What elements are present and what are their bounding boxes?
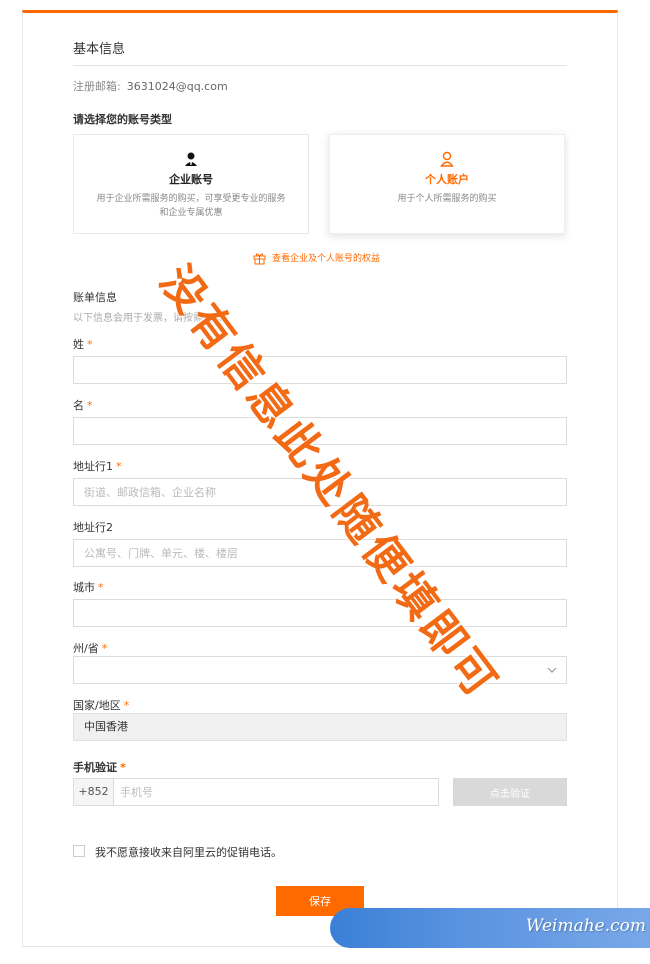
enterprise-desc-line2: 和企业专属优惠 bbox=[159, 208, 223, 218]
first-name-label: 名 * bbox=[73, 397, 93, 413]
province-label: 州/省 * bbox=[73, 640, 107, 656]
billing-title: 账单信息 bbox=[73, 291, 117, 304]
address2-input[interactable] bbox=[73, 539, 567, 567]
enterprise-desc-line1: 用于企业所需服务的购买，可享受更专业的服务 bbox=[96, 194, 286, 204]
section-divider bbox=[73, 65, 567, 66]
personal-desc-line1: 用于个人所需服务的购买 bbox=[397, 194, 497, 204]
required-mark: * bbox=[87, 338, 93, 351]
city-input[interactable] bbox=[73, 599, 567, 627]
city-label-text: 城市 bbox=[73, 581, 95, 594]
registered-email: 注册邮箱: 3631024@qq.com bbox=[73, 78, 228, 94]
email-label: 注册邮箱: bbox=[73, 80, 121, 93]
phone-country-code[interactable]: +852 bbox=[73, 778, 113, 806]
verify-button[interactable]: 点击验证 bbox=[453, 778, 567, 806]
enterprise-user-icon bbox=[185, 152, 197, 166]
brand-text: Weimahe.com bbox=[525, 916, 646, 936]
address1-label-text: 地址行1 bbox=[73, 460, 113, 473]
brand-banner: Weimahe.com bbox=[330, 908, 650, 948]
required-mark: * bbox=[101, 642, 108, 655]
email-value: 3631024@qq.com bbox=[126, 80, 228, 93]
last-name-label: 姓 * bbox=[73, 336, 93, 352]
personal-account-title: 个人账户 bbox=[425, 173, 469, 186]
required-mark: * bbox=[120, 761, 126, 774]
country-field: 中国香港 bbox=[73, 713, 567, 741]
phone-input[interactable] bbox=[113, 778, 439, 806]
personal-user-icon bbox=[440, 151, 454, 167]
first-name-label-text: 名 bbox=[73, 399, 84, 412]
province-label-text: 州/省 bbox=[73, 642, 99, 655]
phone-label-text: 手机验证 bbox=[73, 761, 117, 774]
last-name-input[interactable] bbox=[73, 356, 567, 384]
opt-out-checkbox[interactable] bbox=[73, 845, 85, 857]
benefits-link[interactable]: 查看企业及个人账号的权益 bbox=[253, 251, 380, 265]
enterprise-account-title: 企业账号 bbox=[169, 173, 213, 186]
last-name-label-text: 姓 bbox=[73, 338, 84, 351]
address2-label: 地址行2 bbox=[73, 521, 113, 534]
gift-icon bbox=[253, 253, 266, 265]
benefits-link-text[interactable]: 查看企业及个人账号的权益 bbox=[272, 254, 380, 264]
required-mark: * bbox=[87, 399, 93, 412]
enterprise-account-desc: 用于企业所需服务的购买，可享受更专业的服务 和企业专属优惠 bbox=[74, 192, 308, 220]
city-label: 城市 * bbox=[73, 579, 104, 595]
required-mark: * bbox=[116, 460, 122, 473]
country-label: 国家/地区 * bbox=[73, 697, 129, 713]
basic-info-title: 基本信息 bbox=[73, 42, 126, 57]
phone-label: 手机验证 * bbox=[73, 759, 126, 775]
required-mark: * bbox=[98, 581, 104, 594]
personal-account-card[interactable]: 个人账户 用于个人所需服务的购买 bbox=[329, 134, 565, 234]
personal-account-desc: 用于个人所需服务的购买 bbox=[330, 192, 564, 206]
required-mark: * bbox=[123, 699, 130, 712]
chevron-down-icon bbox=[547, 667, 557, 673]
opt-out-label: 我不愿意接收来自阿里云的促销电话。 bbox=[95, 846, 282, 859]
country-label-text: 国家/地区 bbox=[73, 699, 121, 712]
address1-label: 地址行1 * bbox=[73, 458, 122, 474]
enterprise-account-card[interactable]: 企业账号 用于企业所需服务的购买，可享受更专业的服务 和企业专属优惠 bbox=[73, 134, 309, 234]
account-type-prompt: 请选择您的账号类型 bbox=[73, 113, 172, 126]
